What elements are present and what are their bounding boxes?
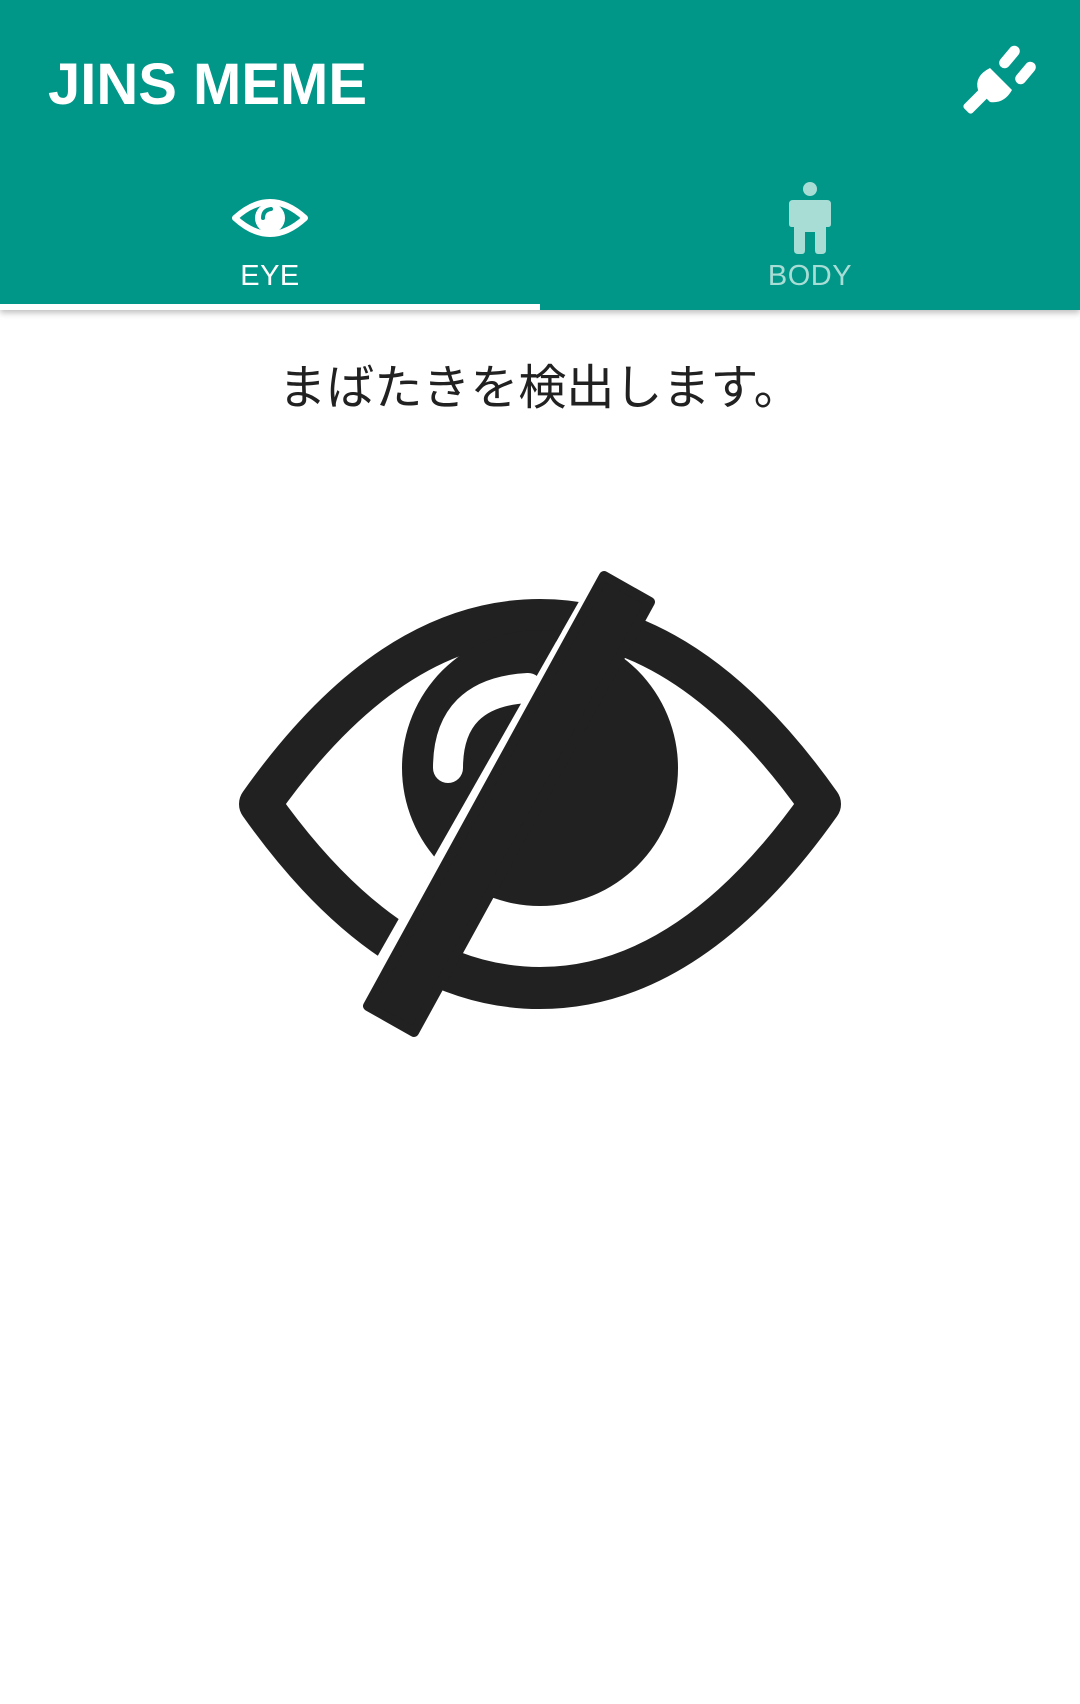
tab-eye-label: EYE [240,260,300,292]
tab-body-label: BODY [767,260,853,292]
app-bar: JINS MEME EYE BODY [0,0,1080,310]
tab-eye[interactable]: EYE [0,182,540,310]
eye-icon [232,199,308,237]
detection-message: まばたきを検出します。 [278,360,802,416]
app-title: JINS MEME [48,52,368,117]
active-tab-indicator [0,304,540,310]
eye-off-icon [239,571,841,1037]
power-plug-icon [963,45,1036,114]
person-icon [789,182,831,254]
tab-body[interactable]: BODY [540,182,1080,310]
tab-bar: EYE BODY [0,182,1080,310]
connect-button[interactable] [960,38,1040,118]
